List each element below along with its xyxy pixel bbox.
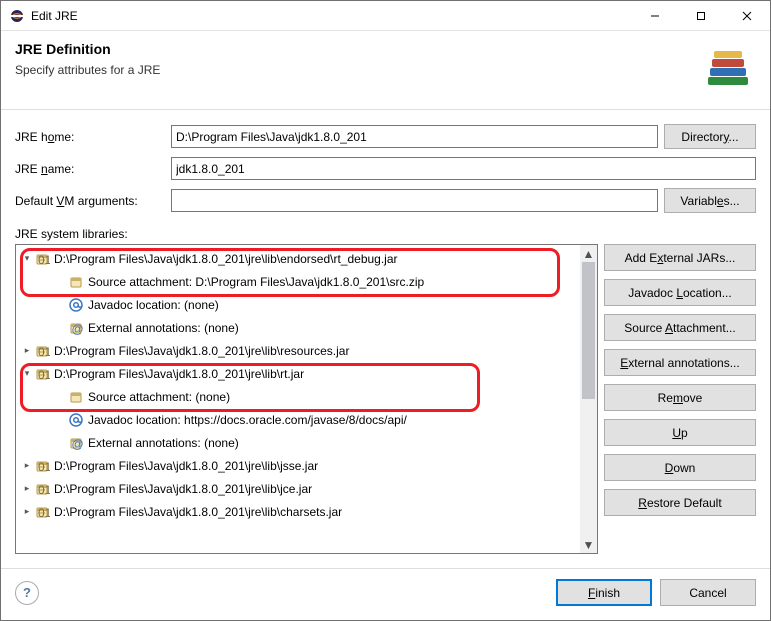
- tree-twisty-icon[interactable]: ▸: [20, 506, 34, 517]
- tree-jar-node[interactable]: ▸ 010 D:\Program Files\Java\jdk1.8.0_201\j…: [18, 339, 578, 362]
- jre-home-input[interactable]: [171, 125, 658, 148]
- external-annotations-button[interactable]: External annotations...: [604, 349, 756, 376]
- dialog-footer: ? Finish Cancel: [1, 568, 770, 620]
- tree-node-label: External annotations: (none): [88, 321, 239, 335]
- tree-twisty-icon[interactable]: ▸: [20, 460, 34, 471]
- jar-icon: 010: [34, 504, 50, 520]
- at-icon: [68, 412, 84, 428]
- tree-jar-node[interactable]: ▾ 010 D:\Program Files\Java\jdk1.8.0_201\j…: [18, 362, 578, 385]
- src-icon: [68, 389, 84, 405]
- tree-node-label: Javadoc location: https://docs.oracle.co…: [88, 413, 407, 427]
- tree-jar-node[interactable]: ▾ 010 D:\Program Files\Java\jdk1.8.0_201\j…: [18, 247, 578, 270]
- edit-jre-dialog: Edit JRE JRE Definition Specify attribut…: [0, 0, 771, 621]
- tree-child-node[interactable]: Source attachment: D:\Program Files\Java…: [18, 270, 578, 293]
- scroll-thumb[interactable]: [582, 262, 595, 399]
- add-external-jars-button[interactable]: Add External JARs...: [604, 244, 756, 271]
- javadoc-location-button[interactable]: Javadoc Location...: [604, 279, 756, 306]
- directory-button[interactable]: Directory...: [664, 124, 756, 149]
- ann-icon: @: [68, 435, 84, 451]
- remove-button[interactable]: Remove: [604, 384, 756, 411]
- tree-twisty-icon[interactable]: ▸: [20, 345, 34, 356]
- scroll-up-icon[interactable]: ▲: [580, 245, 597, 262]
- eclipse-icon: [9, 8, 25, 24]
- jre-libraries-tree[interactable]: ▾ 010 D:\Program Files\Java\jdk1.8.0_201\j…: [15, 244, 598, 554]
- jar-icon: 010: [34, 251, 50, 267]
- tree-child-node[interactable]: Javadoc location: (none): [18, 293, 578, 316]
- tree-node-label: D:\Program Files\Java\jdk1.8.0_201\jre\l…: [54, 344, 349, 358]
- tree-child-node[interactable]: @ External annotations: (none): [18, 316, 578, 339]
- header-subtitle: Specify attributes for a JRE: [15, 63, 688, 77]
- jar-icon: 010: [34, 481, 50, 497]
- tree-node-label: Javadoc location: (none): [88, 298, 219, 312]
- tree-child-node[interactable]: @ External annotations: (none): [18, 431, 578, 454]
- jre-home-label: JRE home:: [15, 130, 165, 144]
- tree-twisty-icon[interactable]: ▸: [20, 483, 34, 494]
- svg-text:010: 010: [38, 460, 50, 474]
- tree-node-label: D:\Program Files\Java\jdk1.8.0_201\jre\l…: [54, 482, 312, 496]
- svg-text:010: 010: [38, 368, 50, 382]
- maximize-button[interactable]: [678, 1, 724, 31]
- jre-name-input[interactable]: [171, 157, 756, 180]
- header-image-books-icon: [700, 41, 756, 97]
- tree-child-node[interactable]: Source attachment: (none): [18, 385, 578, 408]
- default-vm-label: Default VM arguments:: [15, 194, 165, 208]
- header-title: JRE Definition: [15, 41, 688, 57]
- tree-jar-node[interactable]: ▸ 010 D:\Program Files\Java\jdk1.8.0_201\j…: [18, 454, 578, 477]
- tree-node-label: Source attachment: D:\Program Files\Java…: [88, 275, 424, 289]
- jar-icon: 010: [34, 458, 50, 474]
- tree-twisty-icon[interactable]: ▾: [20, 253, 34, 264]
- finish-button[interactable]: Finish: [556, 579, 652, 606]
- at-icon: [68, 297, 84, 313]
- default-vm-input[interactable]: [171, 189, 658, 212]
- window-title: Edit JRE: [31, 9, 632, 23]
- source-attachment-button[interactable]: Source Attachment...: [604, 314, 756, 341]
- syslib-label: JRE system libraries:: [15, 227, 756, 241]
- tree-scrollbar[interactable]: ▲ ▼: [580, 245, 597, 553]
- up-button[interactable]: Up: [604, 419, 756, 446]
- down-button[interactable]: Down: [604, 454, 756, 481]
- ann-icon: @: [68, 320, 84, 336]
- tree-node-label: D:\Program Files\Java\jdk1.8.0_201\jre\l…: [54, 459, 318, 473]
- dialog-header: JRE Definition Specify attributes for a …: [1, 31, 770, 110]
- tree-node-label: D:\Program Files\Java\jdk1.8.0_201\jre\l…: [54, 252, 398, 266]
- help-button[interactable]: ?: [15, 581, 39, 605]
- svg-text:010: 010: [38, 345, 50, 359]
- jar-icon: 010: [34, 343, 50, 359]
- variables-button[interactable]: Variables...: [664, 188, 756, 213]
- jar-icon: 010: [34, 366, 50, 382]
- tree-node-label: External annotations: (none): [88, 436, 239, 450]
- tree-node-label: D:\Program Files\Java\jdk1.8.0_201\jre\l…: [54, 505, 342, 519]
- scroll-down-icon[interactable]: ▼: [580, 536, 597, 553]
- tree-jar-node[interactable]: ▸ 010 D:\Program Files\Java\jdk1.8.0_201\j…: [18, 477, 578, 500]
- svg-text:010: 010: [38, 253, 50, 267]
- tree-child-node[interactable]: Javadoc location: https://docs.oracle.co…: [18, 408, 578, 431]
- tree-node-label: Source attachment: (none): [88, 390, 230, 404]
- src-icon: [68, 274, 84, 290]
- tree-jar-node[interactable]: ▸ 010 D:\Program Files\Java\jdk1.8.0_201\j…: [18, 500, 578, 523]
- close-button[interactable]: [724, 1, 770, 31]
- jre-name-label: JRE name:: [15, 162, 165, 176]
- tree-twisty-icon[interactable]: ▾: [20, 368, 34, 379]
- tree-node-label: D:\Program Files\Java\jdk1.8.0_201\jre\l…: [54, 367, 304, 381]
- svg-text:010: 010: [38, 506, 50, 520]
- minimize-button[interactable]: [632, 1, 678, 31]
- titlebar: Edit JRE: [1, 1, 770, 31]
- svg-text:010: 010: [38, 483, 50, 497]
- svg-text:@: @: [72, 437, 84, 451]
- svg-text:@: @: [72, 322, 84, 336]
- cancel-button[interactable]: Cancel: [660, 579, 756, 606]
- restore-default-button[interactable]: Restore Default: [604, 489, 756, 516]
